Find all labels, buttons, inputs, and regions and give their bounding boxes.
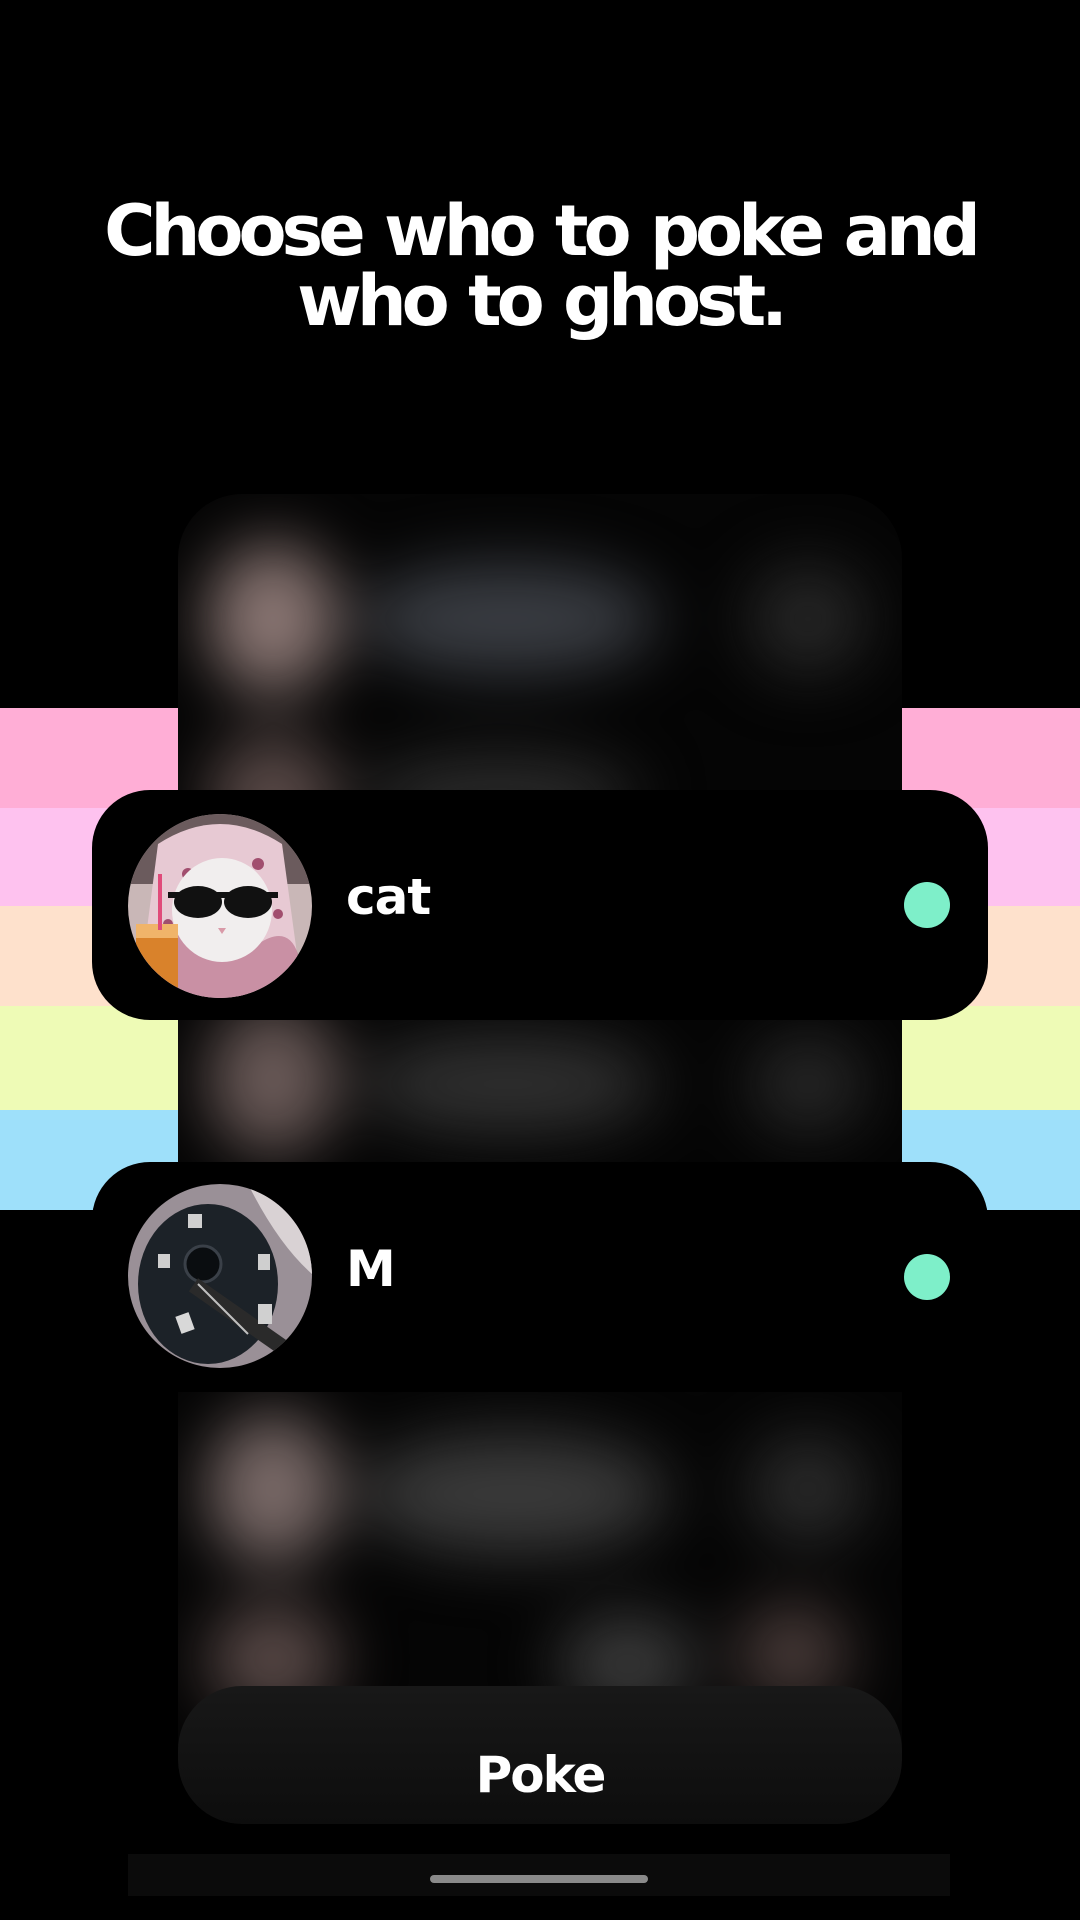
contact-name: cat — [346, 868, 431, 926]
online-status-icon — [904, 882, 950, 928]
home-indicator[interactable] — [430, 1875, 648, 1883]
onboarding-headline: Choose who to poke and who to ghost. — [60, 196, 1020, 336]
contact-name: M — [346, 1240, 396, 1298]
cat-with-sunglasses-photo-icon — [128, 814, 312, 998]
guitar-photo-icon — [128, 1184, 312, 1368]
phone-poke-bar: Poke — [178, 1686, 902, 1824]
m-avatar — [128, 1184, 312, 1368]
onboarding-screen: Choose who to poke and who to ghost. Pok… — [0, 0, 1080, 1920]
poke-label: Poke — [475, 1746, 607, 1804]
online-status-icon — [904, 1254, 950, 1300]
contact-card-m[interactable]: M — [92, 1162, 988, 1392]
contact-card-cat[interactable]: cat — [92, 790, 988, 1020]
headline-line-2: who to ghost. — [297, 260, 788, 342]
blurred-contact-list — [178, 494, 902, 1824]
cat-avatar — [128, 814, 312, 998]
headline-line-1: Choose who to poke and — [104, 190, 981, 272]
blurred-phone-mockup: Poke — [178, 494, 902, 1824]
